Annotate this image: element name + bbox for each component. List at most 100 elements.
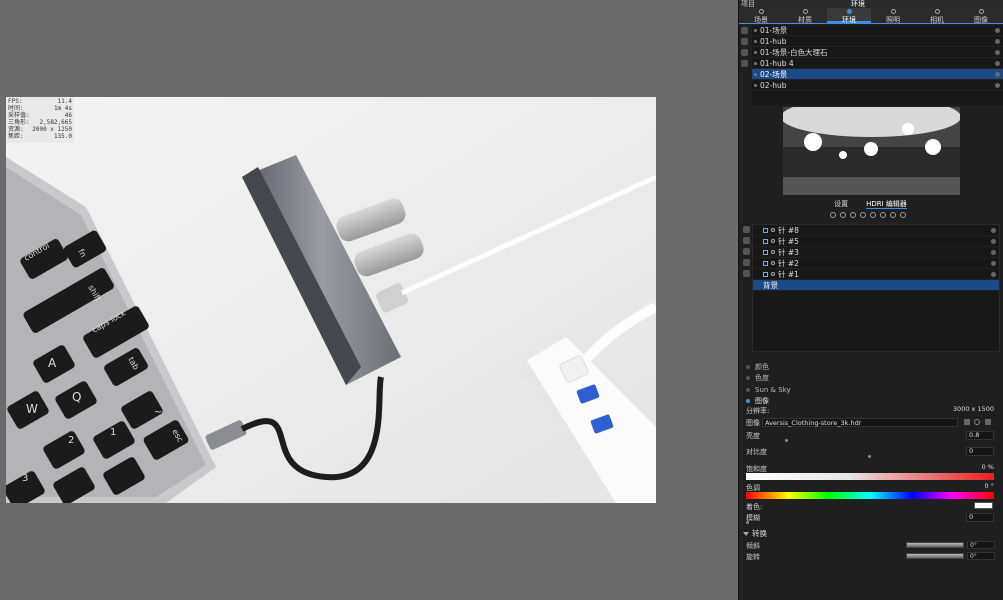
key-q: Q [72, 390, 81, 404]
render-image[interactable]: fn control shift caps lock tab esc A Q W… [6, 97, 656, 503]
visibility-icon[interactable] [995, 38, 1000, 44]
enable-checkbox[interactable] [763, 249, 768, 255]
background-item-selected[interactable]: 背景 [753, 280, 999, 291]
rotate-input[interactable]: 0° [967, 552, 995, 560]
visibility-icon[interactable] [991, 260, 996, 266]
image-label: 图像 [746, 419, 760, 427]
rotate-slider[interactable] [906, 553, 964, 559]
pin-item[interactable]: 针 #5 [753, 236, 999, 247]
enable-checkbox[interactable] [763, 271, 768, 277]
environment-dot-icon [754, 39, 757, 43]
folder-icon[interactable] [964, 419, 970, 425]
add-light-pin-icon[interactable] [743, 226, 750, 233]
tab-camera[interactable]: 相机 [915, 8, 959, 24]
visibility-icon[interactable] [995, 27, 1000, 33]
contrast-slider-knob[interactable] [868, 455, 871, 458]
pin-item[interactable]: 针 #8 [753, 225, 999, 236]
tint-row: 着色: [746, 502, 996, 512]
hue-slider[interactable] [746, 492, 994, 499]
image-file-field[interactable]: Aversis_Clothing-store_3k.hdr [762, 418, 958, 427]
saturation-slider[interactable] [746, 473, 994, 480]
pin-icon [771, 250, 775, 254]
panel-header: 项目 环境 [739, 0, 1003, 8]
saturation-label: 饱和度 [746, 465, 767, 473]
camera-icon [934, 9, 940, 14]
delete-light-icon[interactable] [743, 270, 750, 277]
visibility-icon[interactable] [991, 249, 996, 255]
tilt-input[interactable]: 0° [967, 541, 995, 549]
tilt-row: 倾斜 0° [746, 541, 996, 551]
duplicate-environment-icon[interactable] [741, 38, 748, 45]
stat-triangles: 三角形: 2,582,665 [8, 119, 72, 126]
delete-pin-icon[interactable] [860, 212, 866, 218]
move-up-icon[interactable] [743, 248, 750, 255]
add-environment-icon[interactable] [741, 27, 748, 34]
pin-item[interactable]: 针 #3 [753, 247, 999, 258]
render-stats-overlay: FPS: 11.4 时间: 1m 4s 采样值: 46 三角形: 2,582,665 资… [6, 97, 74, 143]
visibility-icon[interactable] [995, 49, 1000, 55]
export-icon[interactable] [880, 212, 886, 218]
rotate-row: 旋转 0° [746, 552, 996, 562]
stat-resolution: 资源: 2000 x 1250 [8, 126, 72, 133]
tab-material[interactable]: 材质 [783, 8, 827, 24]
tab-hdri-editor[interactable]: HDRI 编辑器 [866, 199, 907, 209]
duplicate-light-icon[interactable] [743, 237, 750, 244]
copy-environment-icon[interactable] [741, 49, 748, 56]
add-light-icon[interactable] [840, 212, 846, 218]
tint-label: 着色: [746, 503, 763, 511]
visibility-icon[interactable] [991, 271, 996, 277]
visibility-icon[interactable] [995, 60, 1000, 66]
delete-environment-icon[interactable] [741, 60, 748, 67]
environment-item[interactable]: 02-hub [752, 80, 1003, 91]
pin-item[interactable]: 针 #2 [753, 258, 999, 269]
radio-color[interactable]: 颜色 [746, 361, 791, 373]
radio-gradient[interactable]: 色度 [746, 373, 791, 385]
environment-item[interactable]: 01-hub [752, 36, 1003, 47]
move-down-icon[interactable] [743, 259, 750, 266]
tab-scene[interactable]: 场景 [739, 8, 783, 24]
import-icon[interactable] [890, 212, 896, 218]
brightness-input[interactable]: 0.8 [966, 431, 994, 440]
trash-icon[interactable] [985, 419, 991, 425]
environment-item-selected[interactable]: 02-场景 [752, 69, 1003, 80]
blur-slider-knob[interactable] [746, 521, 749, 524]
tilt-slider[interactable] [906, 542, 964, 548]
environment-item[interactable]: 01-场景-白色大理石 [752, 47, 1003, 58]
visibility-icon[interactable] [991, 238, 996, 244]
pin-item[interactable]: 针 #1 [753, 269, 999, 280]
material-icon [802, 9, 808, 14]
visibility-icon[interactable] [995, 71, 1000, 77]
visibility-icon[interactable] [995, 82, 1000, 88]
tab-lighting[interactable]: 照明 [871, 8, 915, 24]
settings-icon[interactable] [900, 212, 906, 218]
visibility-icon[interactable] [991, 227, 996, 233]
enable-checkbox[interactable] [763, 238, 768, 244]
brightness-slider-knob[interactable] [785, 439, 788, 442]
enable-checkbox[interactable] [763, 227, 768, 233]
hue-value[interactable]: 0 ° [964, 483, 994, 492]
tab-settings[interactable]: 设置 [834, 199, 848, 209]
tint-color-swatch[interactable] [974, 502, 993, 509]
enable-checkbox[interactable] [763, 260, 768, 266]
background-mode-group: 颜色 色度 Sun & Sky 图像 [746, 361, 791, 407]
stat-time: 时间: 1m 4s [8, 105, 72, 112]
scene-icon [758, 9, 764, 14]
reload-icon[interactable] [974, 419, 980, 425]
duplicate-pin-icon[interactable] [850, 212, 856, 218]
hdri-pin-list: 针 #8 针 #5 针 #3 针 #2 针 #1 背景 [752, 224, 1000, 352]
key-2: 2 [68, 435, 74, 446]
radio-sun-sky[interactable]: Sun & Sky [746, 384, 791, 396]
reset-icon[interactable] [870, 212, 876, 218]
saturation-value[interactable]: 0 % [964, 464, 994, 473]
blur-input[interactable]: 0 [966, 513, 994, 522]
tab-environment[interactable]: 环境 [827, 8, 871, 24]
add-pin-icon[interactable] [830, 212, 836, 218]
tab-image[interactable]: 图像 [959, 8, 1003, 24]
contrast-input[interactable]: 0 [966, 447, 994, 456]
hdri-preview[interactable] [783, 107, 960, 195]
environment-item[interactable]: 01-场景 [752, 25, 1003, 36]
render-viewport[interactable]: fn control shift caps lock tab esc A Q W… [0, 0, 738, 600]
transform-section-header[interactable]: 转换 [743, 528, 767, 539]
environment-item[interactable]: 01-hub 4 [752, 58, 1003, 69]
pin-icon [771, 272, 775, 276]
